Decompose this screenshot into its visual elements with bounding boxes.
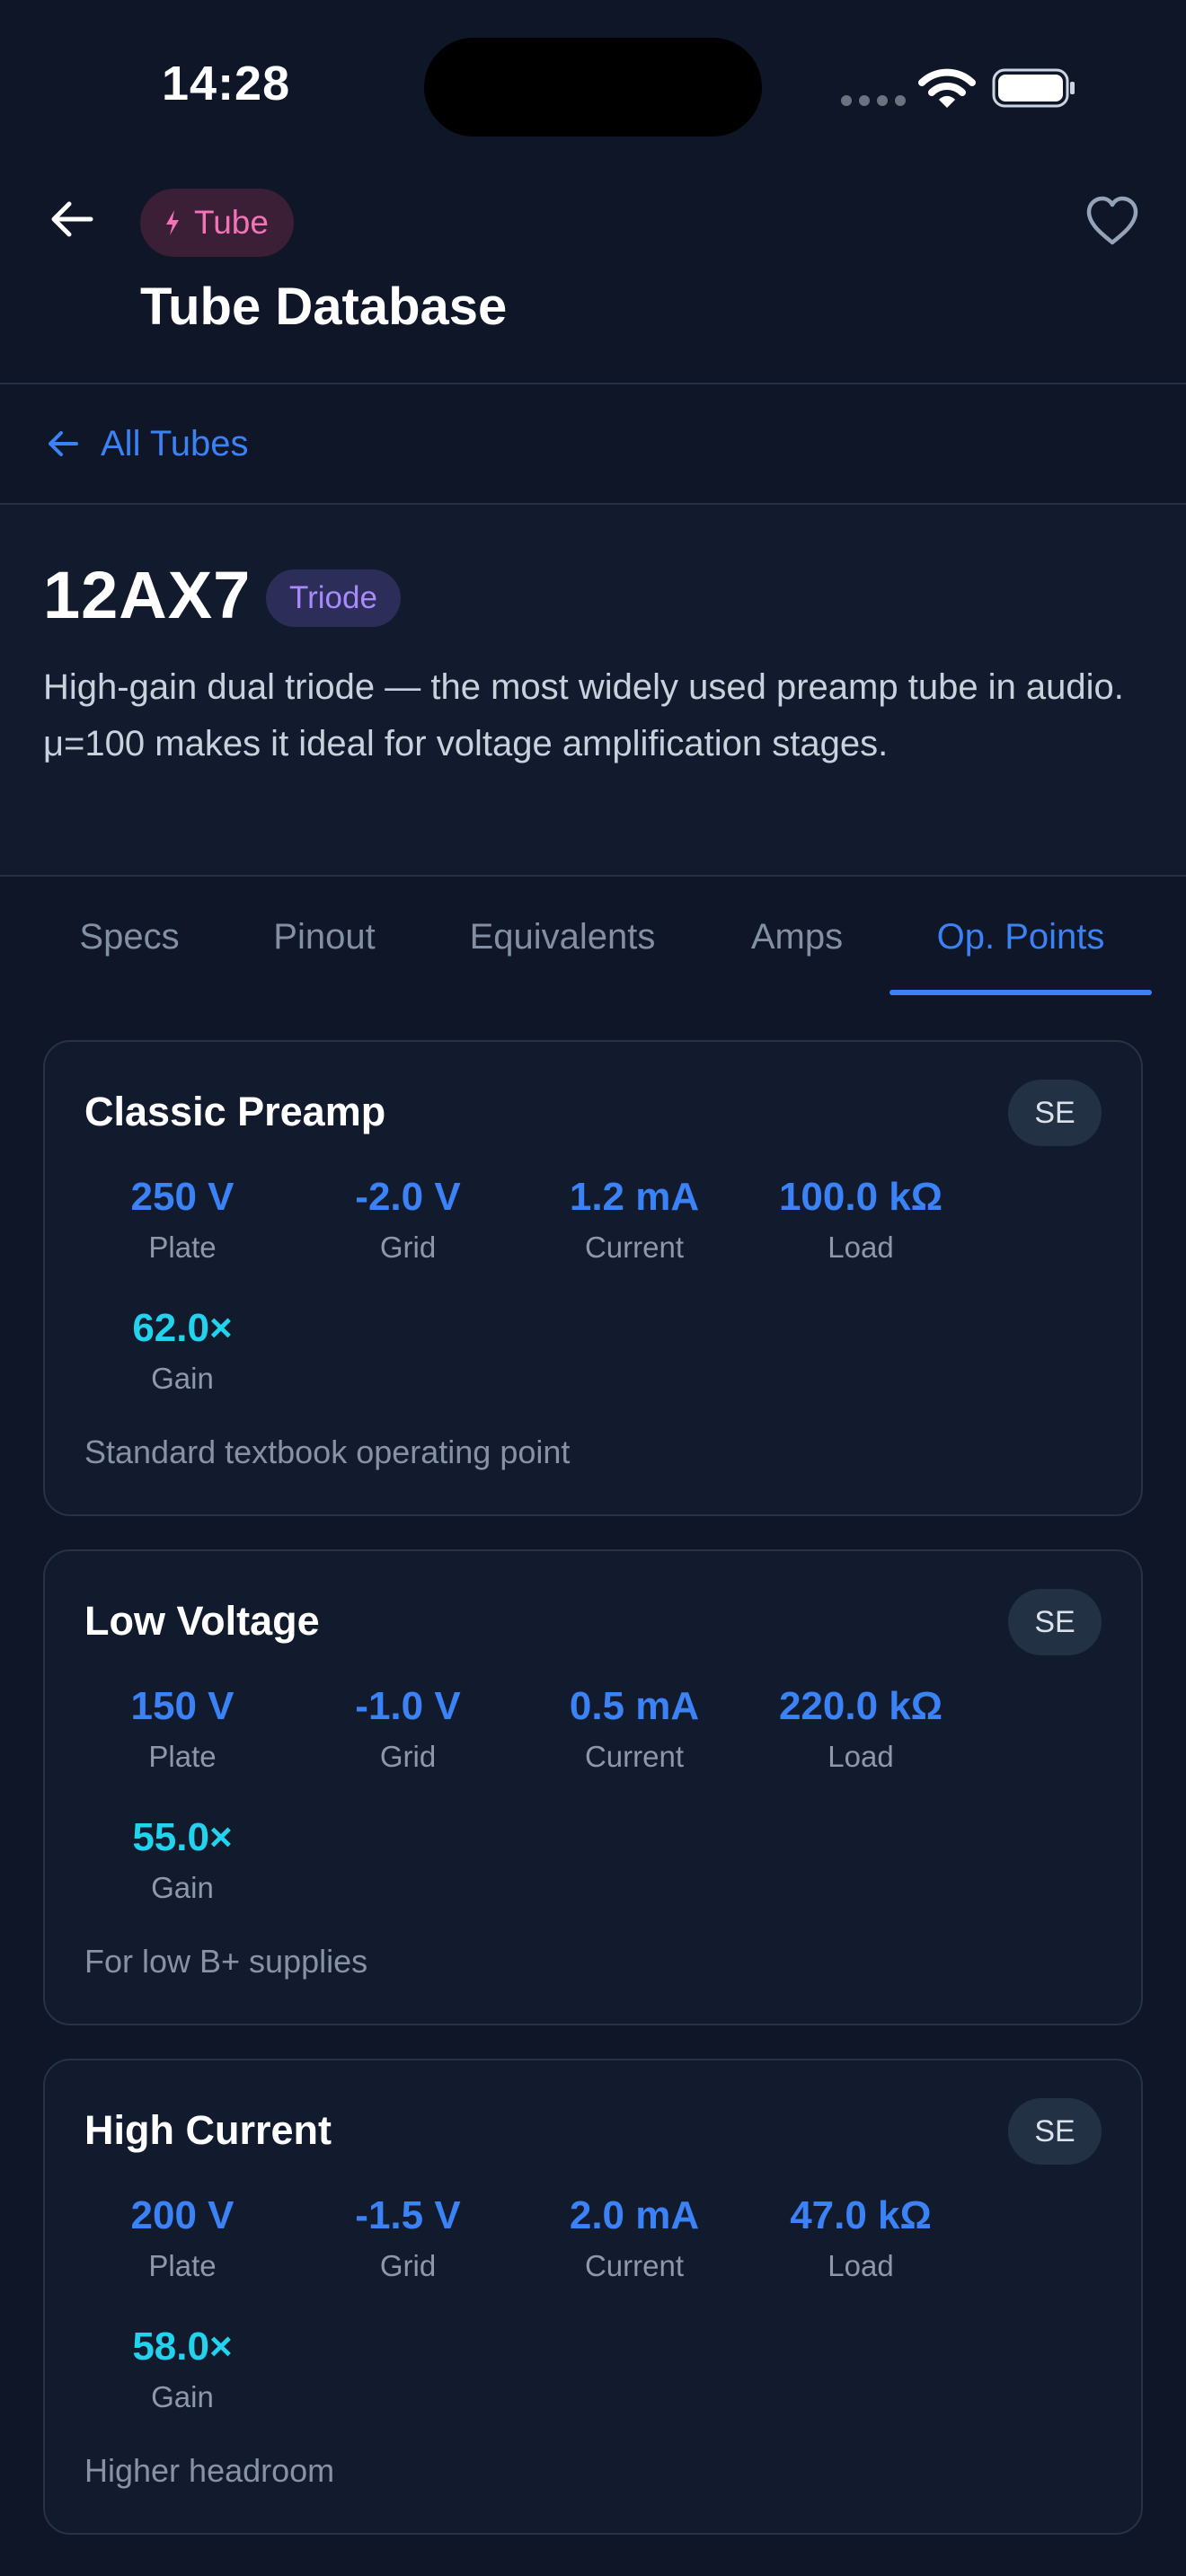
tube-type-badge: Triode	[266, 569, 401, 627]
metric-current: 0.5 mA Current	[535, 1684, 733, 1774]
active-tab-indicator	[890, 990, 1152, 995]
metric-label: Current	[584, 1740, 685, 1773]
app-header: Tube Tube Database	[0, 171, 1186, 384]
tab-op-points[interactable]: Op. Points	[898, 877, 1143, 997]
category-chip-label: Tube	[194, 204, 269, 241]
metric-load: 47.0 kΩ Load	[762, 2193, 960, 2283]
arrow-left-icon	[49, 431, 78, 456]
metric-value: 62.0×	[132, 1306, 233, 1350]
metric-label: Current	[584, 2249, 685, 2282]
metric-grid: -2.0 V Grid	[309, 1175, 507, 1265]
metric-grid: -1.0 V Grid	[309, 1684, 507, 1774]
metric-label: Load	[828, 1231, 894, 1264]
metric-value: 100.0 kΩ	[778, 1175, 943, 1219]
metric-load: 100.0 kΩ Load	[762, 1175, 960, 1265]
breadcrumb-label: All Tubes	[101, 423, 249, 463]
metric-grid: -1.5 V Grid	[309, 2193, 507, 2283]
metric-value: 55.0×	[132, 1815, 233, 1859]
tube-summary: 12AX7 Triode High-gain dual triode — the…	[0, 505, 1186, 877]
metric-value: -1.0 V	[355, 1684, 461, 1728]
metric-value: 200 V	[130, 2193, 235, 2237]
status-time: 14:28	[162, 57, 291, 110]
card-note: Higher headroom	[84, 2452, 335, 2489]
breadcrumb-all-tubes[interactable]: All Tubes	[0, 384, 1186, 505]
metric-load: 220.0 kΩ Load	[762, 1684, 960, 1774]
metric-value: 58.0×	[132, 2325, 233, 2369]
tab-bar: Specs Pinout Equivalents Amps Op. Points	[0, 877, 1186, 997]
operating-point-card[interactable]: High Current SE 200 V Plate -1.5 V Grid …	[43, 2059, 1143, 2535]
topology-badge: SE	[1008, 1080, 1102, 1146]
metric-label: Plate	[148, 1231, 217, 1264]
metric-plate: 250 V Plate	[84, 1175, 281, 1265]
tab-equivalents[interactable]: Equivalents	[444, 877, 681, 997]
metric-label: Plate	[148, 1740, 217, 1773]
metric-label: Plate	[148, 2249, 217, 2282]
metric-label: Gain	[151, 2380, 214, 2413]
tab-amps[interactable]: Amps	[726, 877, 868, 997]
metric-label: Load	[828, 2249, 894, 2282]
tube-type-label: Triode	[289, 580, 377, 615]
arrow-left-icon	[51, 201, 93, 237]
back-button[interactable]	[47, 194, 97, 244]
metric-gain: 55.0× Gain	[84, 1815, 281, 1905]
operating-point-card[interactable]: Low Voltage SE 150 V Plate -1.0 V Grid 0…	[43, 1549, 1143, 2025]
status-bar: 14:28	[0, 0, 1186, 171]
metric-value: 47.0 kΩ	[790, 2193, 932, 2237]
metric-gain: 62.0× Gain	[84, 1306, 281, 1396]
lightning-icon	[166, 210, 179, 235]
metric-gain: 58.0× Gain	[84, 2325, 281, 2414]
tube-name: 12AX7	[43, 558, 252, 632]
metric-value: -1.5 V	[355, 2193, 461, 2237]
metric-current: 1.2 mA Current	[535, 1175, 733, 1265]
wifi-icon	[918, 68, 976, 108]
metric-label: Grid	[379, 1231, 437, 1264]
card-title: Classic Preamp	[84, 1089, 386, 1134]
cellular-signal-icon	[841, 95, 906, 106]
metric-value: 150 V	[130, 1684, 235, 1728]
topology-badge: SE	[1008, 2098, 1102, 2165]
metric-label: Grid	[379, 2249, 437, 2282]
metric-value: -2.0 V	[355, 1175, 461, 1219]
metric-value: 2.0 mA	[569, 2193, 700, 2237]
metric-label: Gain	[151, 1871, 214, 1904]
card-title: Low Voltage	[84, 1598, 320, 1644]
metric-value: 250 V	[130, 1175, 235, 1219]
metric-label: Current	[584, 1231, 685, 1264]
tab-specs[interactable]: Specs	[50, 877, 208, 997]
page-title: Tube Database	[140, 278, 508, 336]
favorite-button[interactable]	[1084, 194, 1141, 248]
metric-value: 0.5 mA	[569, 1684, 700, 1728]
topology-badge: SE	[1008, 1589, 1102, 1655]
metric-value: 220.0 kΩ	[778, 1684, 943, 1728]
metric-label: Grid	[379, 1740, 437, 1773]
card-note: Standard textbook operating point	[84, 1434, 571, 1470]
tab-pinout[interactable]: Pinout	[248, 877, 401, 997]
category-chip[interactable]: Tube	[140, 189, 294, 257]
metric-label: Gain	[151, 1362, 214, 1395]
battery-icon	[992, 68, 1075, 108]
metric-label: Load	[828, 1740, 894, 1773]
dynamic-island	[424, 38, 762, 137]
operating-point-card[interactable]: Classic Preamp SE 250 V Plate -2.0 V Gri…	[43, 1040, 1143, 1516]
metric-value: 1.2 mA	[569, 1175, 700, 1219]
metric-plate: 150 V Plate	[84, 1684, 281, 1774]
metric-plate: 200 V Plate	[84, 2193, 281, 2283]
card-title: High Current	[84, 2107, 332, 2153]
tube-description: High-gain dual triode — the most widely …	[43, 667, 1124, 763]
heart-icon	[1086, 196, 1138, 245]
card-note: For low B+ supplies	[84, 1943, 368, 1980]
metric-current: 2.0 mA Current	[535, 2193, 733, 2283]
